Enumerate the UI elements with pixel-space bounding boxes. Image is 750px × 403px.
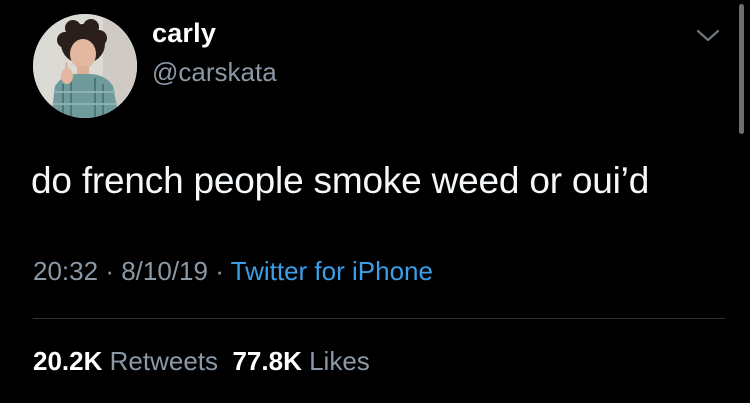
likes-count: 77.8K (232, 346, 302, 376)
chevron-down-icon[interactable] (695, 28, 721, 44)
user-handle[interactable]: @carskata (152, 57, 277, 88)
retweets-count: 20.2K (33, 346, 103, 376)
retweets-stat[interactable]: 20.2K Retweets (33, 346, 218, 376)
divider (33, 318, 725, 319)
meta-separator: · (215, 256, 224, 286)
tweet-detail: carly @carskata do french people smoke w… (0, 0, 750, 403)
retweets-label: Retweets (109, 346, 219, 376)
profile-photo-icon (33, 14, 137, 118)
likes-label: Likes (309, 346, 370, 376)
likes-stat[interactable]: 77.8K Likes (232, 346, 369, 376)
tweet-source-link[interactable]: Twitter for iPhone (231, 256, 433, 286)
scrollbar[interactable] (739, 4, 744, 134)
meta-separator: · (105, 256, 114, 286)
tweet-date[interactable]: 8/10/19 (121, 256, 208, 286)
display-name[interactable]: carly (152, 18, 216, 49)
avatar[interactable] (33, 14, 137, 118)
tweet-time: 20:32 (33, 256, 99, 286)
tweet-text: do french people smoke weed or oui’d (31, 160, 650, 201)
tweet-meta: 20:32 · 8/10/19 · Twitter for iPhone (33, 256, 433, 287)
tweet-stats: 20.2K Retweets 77.8K Likes (33, 346, 370, 377)
